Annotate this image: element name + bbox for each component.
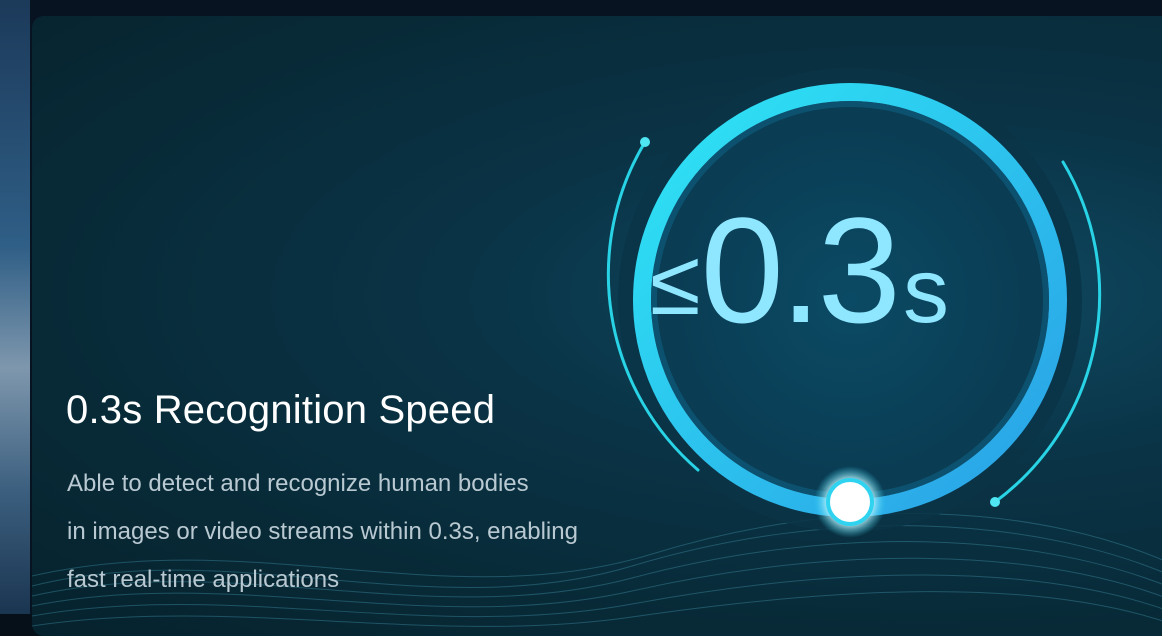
feature-title: 0.3s Recognition Speed <box>66 388 496 432</box>
gauge-value: 0.3 <box>700 186 902 354</box>
arc-endpoint-dot <box>990 497 1000 507</box>
gauge-readout: ≤ 0.3 s <box>650 195 1010 375</box>
background-image-edge <box>0 0 30 614</box>
less-than-or-equal-symbol: ≤ <box>650 232 701 334</box>
arc-endpoint-dot <box>640 137 650 147</box>
gauge-unit: s <box>903 240 950 342</box>
gauge-knob <box>826 478 874 526</box>
screenshot-frame: 0.3s Recognition Speed Able to detect an… <box>0 0 1162 636</box>
description-line: fast real-time applications <box>67 566 340 593</box>
